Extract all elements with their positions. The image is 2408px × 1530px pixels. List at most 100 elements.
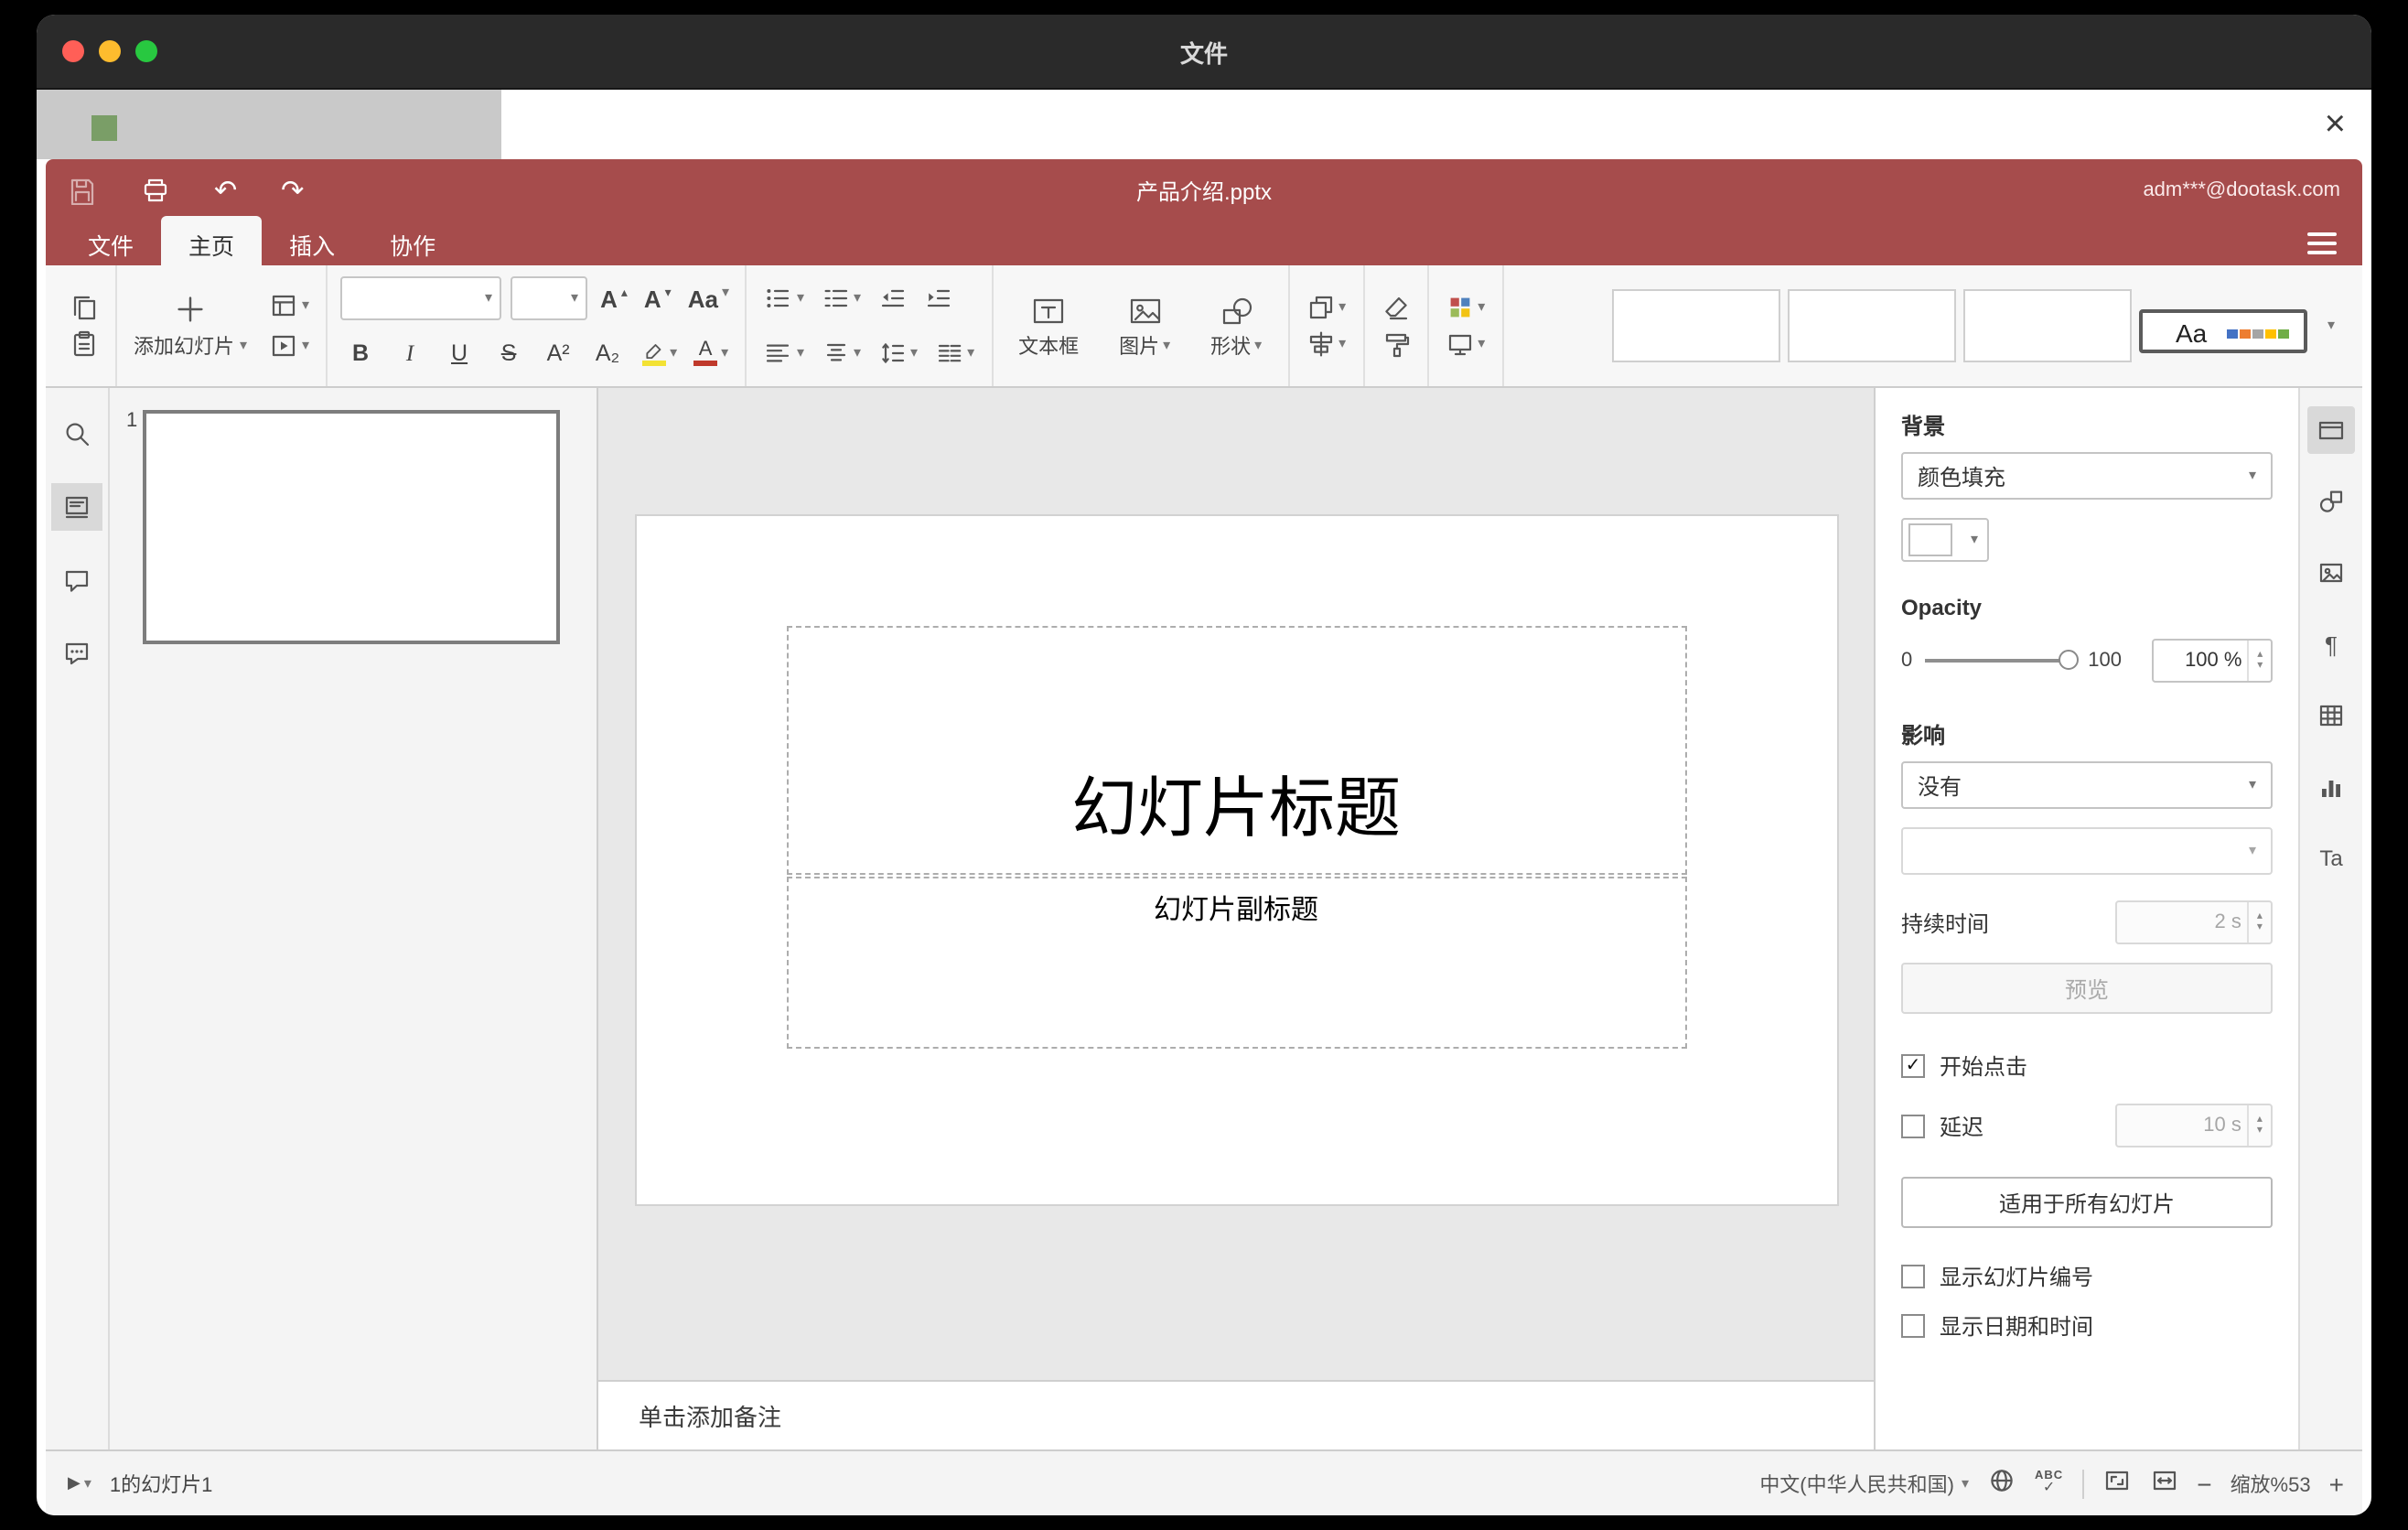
fit-width-button[interactable] <box>2149 1466 2178 1501</box>
close-icon[interactable]: × <box>2325 95 2346 154</box>
tab-collaboration[interactable]: 协作 <box>362 216 463 271</box>
bullets-button[interactable]: ▾ <box>760 282 808 315</box>
start-slideshow-button[interactable]: ▾ <box>265 329 313 362</box>
apply-to-all-button[interactable]: 适用于所有幻灯片 <box>1901 1177 2273 1228</box>
chevron-down-icon: ▾ <box>1478 335 1486 351</box>
minimize-window-button[interactable] <box>99 40 121 62</box>
font-color-button[interactable]: A ▾ <box>690 339 732 368</box>
copy-style-button[interactable] <box>1377 328 1414 361</box>
theme-thumbnail-2[interactable] <box>1788 289 1956 362</box>
highlight-color-button[interactable]: ▾ <box>637 339 681 368</box>
increase-indent-button[interactable] <box>919 282 956 315</box>
insert-image-button[interactable]: 图片 ▾ <box>1106 292 1183 360</box>
decrease-indent-button[interactable] <box>874 282 910 315</box>
columns-button[interactable]: ▾ <box>930 337 978 370</box>
superscript-button[interactable]: A² <box>538 339 578 368</box>
undo-button[interactable]: ↶ <box>214 174 237 207</box>
effect-variant-select[interactable]: ▾ <box>1901 827 2273 875</box>
tab-home[interactable]: 主页 <box>161 216 263 271</box>
preview-button[interactable]: 预览 <box>1901 963 2273 1014</box>
color-scheme-button[interactable]: ▾ <box>1441 291 1489 324</box>
add-slide-button[interactable]: 添加幻灯片 ▾ <box>130 292 251 360</box>
slide-area[interactable]: 幻灯片标题 幻灯片副标题 <box>598 388 1874 1380</box>
print-button[interactable] <box>141 174 170 207</box>
effect-select[interactable]: 没有 ▾ <box>1901 761 2273 809</box>
comments-button[interactable] <box>51 556 102 604</box>
spinner-arrows[interactable]: ▴ ▾ <box>2246 902 2271 943</box>
search-button[interactable] <box>51 410 102 458</box>
subscript-button[interactable]: A₂ <box>587 339 628 368</box>
slide-layout-button[interactable]: ▾ <box>265 289 313 322</box>
increase-indent-icon <box>926 289 950 307</box>
slider-knob[interactable] <box>2059 650 2080 670</box>
align-shapes-button[interactable]: ▾ <box>1302 328 1349 361</box>
save-button[interactable] <box>68 174 97 207</box>
slide[interactable]: 幻灯片标题 幻灯片副标题 <box>636 516 1836 1204</box>
language-selector[interactable]: 中文(中华人民共和国) ▾ <box>1759 1469 1969 1498</box>
zoom-in-button[interactable]: + <box>2329 1471 2344 1496</box>
underline-button[interactable]: U <box>439 339 479 368</box>
redo-button[interactable]: ↷ <box>281 174 304 207</box>
chevron-down-icon: ▾ <box>2248 776 2256 792</box>
font-size-select[interactable]: ▾ <box>511 276 588 320</box>
image-settings-button[interactable] <box>2307 549 2355 597</box>
tab-insert[interactable]: 插入 <box>262 216 362 271</box>
numbering-button[interactable]: ▾ <box>817 282 865 315</box>
feedback-button[interactable] <box>51 630 102 677</box>
subtitle-placeholder[interactable]: 幻灯片副标题 <box>786 877 1686 1050</box>
table-settings-button[interactable] <box>2307 692 2355 739</box>
spellcheck-button[interactable]: ABC ✓ <box>2035 1470 2063 1496</box>
show-slide-number-checkbox[interactable]: ✓ <box>1901 1265 1925 1288</box>
background-color-picker[interactable]: ▾ <box>1901 518 1989 562</box>
gallery-expand-button[interactable]: ▾ <box>2315 289 2348 362</box>
notes-area[interactable]: 单击添加备注 <box>598 1380 1874 1449</box>
arrange-shapes-button[interactable]: ▾ <box>1302 291 1349 324</box>
copy-button[interactable] <box>66 291 102 324</box>
delay-checkbox[interactable]: ✓ <box>1901 1114 1925 1137</box>
increase-font-button[interactable]: A ▴ <box>597 283 631 314</box>
theme-thumbnail-current[interactable]: Aa <box>2139 309 2307 353</box>
menu-icon[interactable] <box>2307 232 2348 254</box>
vertical-align-button[interactable]: ▾ <box>817 337 865 370</box>
theme-thumbnail-1[interactable] <box>1612 289 1780 362</box>
zoom-out-button[interactable]: − <box>2197 1471 2211 1496</box>
slides-panel-button[interactable] <box>51 483 102 531</box>
insert-shape-button[interactable]: 形状 ▾ <box>1198 292 1274 360</box>
shape-settings-button[interactable] <box>2307 478 2355 525</box>
fit-slide-button[interactable] <box>2102 1466 2131 1501</box>
opacity-input[interactable] <box>2154 641 2248 681</box>
background-fill-select[interactable]: 颜色填充 ▾ <box>1901 452 2273 500</box>
tab-file[interactable]: 文件 <box>60 216 161 271</box>
title-placeholder[interactable]: 幻灯片标题 <box>786 626 1686 875</box>
clear-style-button[interactable] <box>1377 291 1414 324</box>
slide-thumbnail[interactable] <box>143 410 560 644</box>
close-window-button[interactable] <box>62 40 84 62</box>
paragraph-settings-button[interactable]: ¶ <box>2307 620 2355 668</box>
strikethrough-button[interactable]: S <box>489 339 529 368</box>
spinner-arrows[interactable]: ▴ ▾ <box>2247 641 2271 681</box>
start-slideshow-statusbar-button[interactable]: ▶ ▾ <box>64 1471 95 1495</box>
font-name-select[interactable]: ▾ <box>340 276 502 320</box>
slide-settings-button[interactable] <box>2307 406 2355 454</box>
delay-input[interactable] <box>2117 1105 2247 1146</box>
bold-button[interactable]: B <box>340 339 381 368</box>
show-slide-number-row: ✓ 显示幻灯片编号 <box>1901 1261 2273 1292</box>
change-case-button[interactable]: Aa ▾ <box>684 283 733 314</box>
line-spacing-button[interactable]: ▾ <box>874 337 921 370</box>
show-date-time-checkbox[interactable]: ✓ <box>1901 1314 1925 1338</box>
document-language-button[interactable] <box>1987 1466 2016 1501</box>
horizontal-align-button[interactable]: ▾ <box>760 337 808 370</box>
textart-settings-button[interactable]: Ta <box>2307 835 2355 882</box>
decrease-font-button[interactable]: A ▾ <box>640 283 675 314</box>
spinner-arrows[interactable]: ▴ ▾ <box>2246 1105 2271 1146</box>
slide-size-button[interactable]: ▾ <box>1441 328 1489 361</box>
start-on-click-checkbox[interactable]: ✓ <box>1901 1054 1925 1078</box>
theme-thumbnail-3[interactable] <box>1963 289 2132 362</box>
paste-button[interactable] <box>66 328 102 361</box>
duration-input[interactable] <box>2117 902 2247 943</box>
chart-settings-button[interactable] <box>2307 763 2355 811</box>
opacity-slider[interactable] <box>1925 650 2080 670</box>
zoom-window-button[interactable] <box>135 40 157 62</box>
insert-textbox-button[interactable]: 文本框 <box>1005 292 1091 360</box>
italic-button[interactable]: I <box>390 338 430 369</box>
